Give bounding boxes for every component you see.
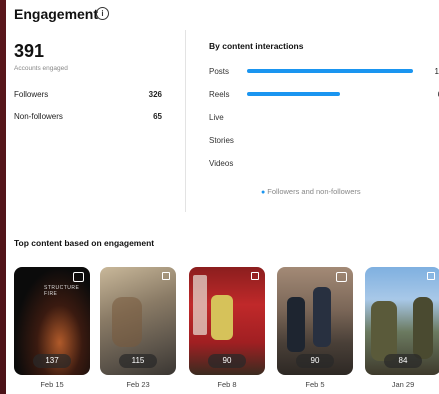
thumbnail-overlay-text: STRUCTURE FIRE [44, 285, 80, 297]
content-date: Feb 8 [217, 380, 237, 389]
engagement-count: 90 [208, 354, 246, 368]
non-followers-label: Non-followers [14, 112, 63, 121]
top-content-title: Top content based on engagement [14, 238, 155, 248]
content-thumbnail[interactable]: 115 [100, 267, 176, 375]
content-thumbnail[interactable]: 84 [365, 267, 439, 375]
interactions-title: By content interactions [209, 41, 304, 51]
legend-label: Followers and non-followers [267, 187, 361, 196]
interaction-value-live: 0 [411, 113, 439, 122]
interaction-bar-posts [247, 69, 413, 73]
interaction-label-live: Live [209, 113, 224, 122]
interaction-value-stories: 0 [411, 136, 439, 145]
interaction-label-reels: Reels [209, 90, 230, 99]
content-thumbnail[interactable]: 90 [277, 267, 353, 375]
content-date: Feb 23 [126, 380, 150, 389]
legend-dot-icon: ● [261, 189, 266, 196]
interaction-value-videos: 0 [411, 159, 439, 168]
content-date: Feb 15 [40, 380, 64, 389]
thumbnail-figure [371, 301, 397, 361]
reel-icon [336, 272, 347, 282]
page-title: Engagement [14, 6, 99, 22]
content-date: Feb 5 [305, 380, 325, 389]
interaction-label-stories: Stories [209, 136, 234, 145]
carousel-icon [251, 272, 259, 280]
thumbnail-figure [413, 297, 433, 359]
chart-legend: ● Followers and non-followers [261, 187, 361, 196]
followers-value: 326 [148, 90, 162, 99]
engagement-count: 115 [119, 354, 157, 368]
interaction-value-reels: 677 [411, 90, 439, 99]
interaction-label-posts: Posts [209, 67, 230, 76]
thumbnail-figure [313, 287, 331, 347]
carousel-icon [162, 272, 170, 280]
content-thumbnail[interactable]: 90 [189, 267, 265, 375]
non-followers-value: 65 [153, 112, 162, 121]
engagement-count: 84 [384, 354, 422, 368]
thumbnail-figure [287, 297, 305, 352]
info-icon[interactable]: i [96, 7, 109, 20]
interaction-value-posts: 1.2K [434, 67, 439, 76]
followers-label: Followers [14, 90, 49, 99]
content-date: Jan 29 [391, 380, 415, 389]
thumbnail-figure [211, 295, 233, 340]
engagement-panel: Engagement i 391 Accounts engaged Follow… [6, 0, 439, 394]
reel-icon [73, 272, 84, 282]
engagement-count: 90 [296, 354, 334, 368]
content-thumbnail[interactable]: STRUCTURE FIRE 137 [14, 267, 90, 375]
interaction-label-videos: Videos [209, 159, 234, 168]
accounts-engaged-label: Accounts engaged [14, 65, 68, 72]
accounts-engaged-count: 391 [14, 41, 45, 61]
thumbnail-detail [193, 275, 207, 335]
engagement-count: 137 [33, 354, 71, 368]
carousel-icon [427, 272, 435, 280]
section-divider [185, 30, 186, 212]
interaction-bar-reels [247, 92, 340, 96]
thumbnail-figure [112, 297, 142, 347]
